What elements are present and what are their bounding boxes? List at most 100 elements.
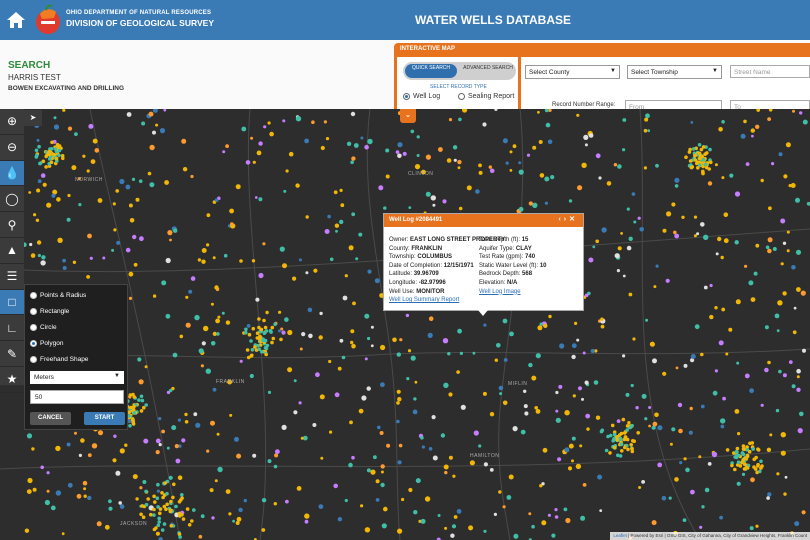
well-marker[interactable] (720, 418, 726, 424)
well-marker[interactable] (385, 174, 390, 179)
well-marker[interactable] (381, 523, 387, 529)
township-select[interactable]: Select Township ▼ (627, 65, 722, 79)
start-button[interactable]: START (84, 412, 125, 425)
well-marker[interactable] (771, 162, 775, 166)
well-marker[interactable] (791, 384, 796, 389)
well-marker[interactable] (697, 143, 702, 147)
well-marker[interactable] (161, 429, 166, 434)
well-marker[interactable] (132, 234, 137, 240)
well-marker[interactable] (333, 190, 338, 195)
well-marker[interactable] (179, 498, 183, 502)
well-marker[interactable] (339, 338, 344, 343)
well-marker[interactable] (333, 483, 339, 489)
pencil-icon[interactable]: ✎ (0, 341, 24, 367)
well-marker[interactable] (184, 420, 189, 424)
radio-well-log[interactable]: Well Log (403, 93, 440, 100)
well-marker[interactable] (320, 145, 325, 151)
well-marker[interactable] (696, 166, 700, 170)
well-marker[interactable] (478, 163, 482, 168)
well-marker[interactable] (269, 330, 273, 334)
well-marker[interactable] (737, 432, 741, 436)
well-marker[interactable] (229, 208, 235, 214)
well-marker[interactable] (156, 489, 160, 493)
well-marker[interactable] (802, 348, 806, 353)
well-marker[interactable] (349, 420, 353, 425)
well-marker[interactable] (361, 395, 367, 401)
well-marker[interactable] (364, 313, 370, 319)
well-marker[interactable] (631, 192, 636, 196)
well-marker[interactable] (483, 462, 488, 467)
well-marker[interactable] (764, 325, 769, 330)
well-marker[interactable] (563, 507, 568, 512)
well-marker[interactable] (112, 458, 117, 463)
well-marker[interactable] (641, 393, 647, 399)
well-marker[interactable] (759, 459, 763, 464)
well-marker[interactable] (174, 444, 179, 449)
well-marker[interactable] (113, 228, 117, 232)
well-marker[interactable] (87, 453, 92, 458)
well-marker[interactable] (421, 445, 425, 449)
well-marker[interactable] (776, 329, 780, 333)
well-marker[interactable] (139, 394, 144, 399)
well-marker[interactable] (618, 454, 623, 458)
well-marker[interactable] (444, 526, 448, 530)
well-marker[interactable] (622, 274, 626, 278)
well-marker[interactable] (700, 222, 705, 227)
well-marker[interactable] (284, 317, 289, 322)
well-marker[interactable] (796, 368, 801, 374)
well-marker[interactable] (571, 354, 576, 360)
well-marker[interactable] (246, 355, 251, 360)
well-marker[interactable] (175, 458, 181, 464)
well-marker[interactable] (86, 275, 90, 279)
well-marker[interactable] (339, 219, 344, 225)
well-marker[interactable] (598, 176, 602, 180)
well-marker[interactable] (625, 424, 630, 428)
well-marker[interactable] (579, 444, 583, 448)
well-marker[interactable] (506, 495, 512, 500)
well-marker[interactable] (756, 109, 761, 112)
well-marker[interactable] (334, 223, 340, 228)
well-marker[interactable] (112, 202, 116, 206)
well-marker[interactable] (37, 144, 41, 149)
well-marker[interactable] (92, 138, 98, 144)
well-marker[interactable] (160, 528, 165, 532)
well-marker[interactable] (499, 392, 503, 396)
well-marker[interactable] (214, 479, 218, 483)
well-marker[interactable] (108, 499, 112, 504)
well-marker[interactable] (144, 403, 148, 407)
draw-option-circle[interactable]: Circle (30, 324, 57, 331)
well-marker[interactable] (245, 160, 251, 165)
well-marker[interactable] (156, 523, 161, 528)
well-marker[interactable] (201, 341, 206, 346)
well-marker[interactable] (360, 136, 364, 140)
well-marker[interactable] (494, 358, 498, 362)
well-marker[interactable] (340, 203, 345, 208)
well-marker[interactable] (690, 121, 694, 124)
well-marker[interactable] (493, 512, 497, 516)
well-marker[interactable] (305, 215, 309, 219)
well-marker[interactable] (358, 408, 364, 414)
well-marker[interactable] (617, 246, 622, 251)
well-marker[interactable] (778, 369, 782, 374)
well-marker[interactable] (738, 464, 743, 468)
well-marker[interactable] (768, 109, 773, 112)
well-marker[interactable] (327, 214, 331, 219)
well-marker[interactable] (38, 161, 42, 166)
well-marker[interactable] (57, 144, 62, 148)
well-marker[interactable] (295, 116, 302, 122)
well-marker[interactable] (370, 325, 374, 329)
well-marker[interactable] (700, 404, 705, 409)
well-marker[interactable] (523, 389, 527, 393)
well-marker[interactable] (657, 462, 663, 468)
well-marker[interactable] (209, 488, 214, 493)
well-marker[interactable] (392, 337, 397, 343)
well-marker[interactable] (760, 403, 764, 407)
well-marker[interactable] (380, 382, 385, 388)
well-marker[interactable] (718, 127, 723, 132)
well-marker[interactable] (729, 173, 734, 178)
well-marker[interactable] (611, 438, 615, 443)
well-marker[interactable] (619, 442, 624, 447)
well-marker[interactable] (108, 506, 113, 511)
well-marker[interactable] (780, 262, 784, 266)
well-marker[interactable] (443, 464, 449, 470)
